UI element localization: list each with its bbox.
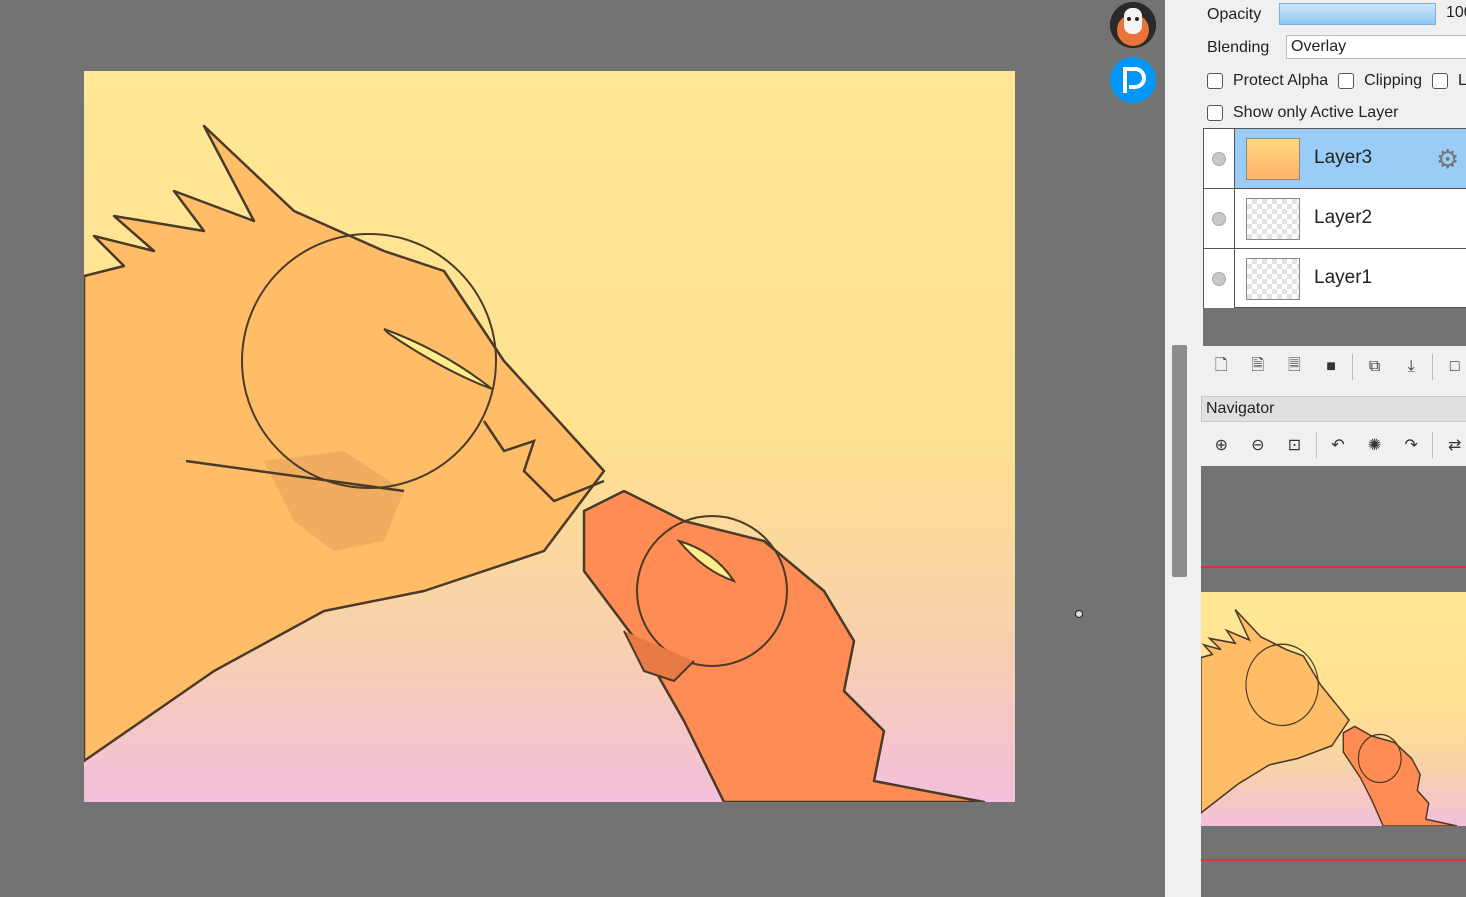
layer-row-layer2[interactable]: Layer2 <box>1204 189 1466 249</box>
opacity-row: Opacity <box>1207 3 1261 27</box>
zoom-in-icon[interactable]: ⊕ <box>1203 430 1240 460</box>
eye-dot-icon <box>1212 151 1226 166</box>
toolbar-separator <box>1352 354 1354 380</box>
opacity-slider[interactable] <box>1279 3 1436 25</box>
layer-thumbnail <box>1246 198 1300 240</box>
eye-dot-icon <box>1212 211 1226 226</box>
layer-toolbar: 🗋 🗎 🗏 ■ ⧉ ⤓ □ <box>1203 348 1466 386</box>
navigator-viewport-top <box>1201 566 1466 568</box>
new-8bit-layer-icon[interactable]: 🗎 <box>1240 352 1277 382</box>
navigator-toolbar: ⊕ ⊖ ⊡ ↶ ✺ ↷ ⇄ <box>1203 428 1466 462</box>
layer-name: Layer3 <box>1314 147 1373 168</box>
rotate-right-icon[interactable]: ↷ <box>1393 430 1430 460</box>
toolbar-separator <box>1315 432 1317 458</box>
layer-thumbnail <box>1246 138 1300 180</box>
show-only-active-label: Show only Active Layer <box>1233 104 1399 121</box>
show-only-active-checkbox[interactable] <box>1207 105 1223 121</box>
lock-checkbox[interactable] <box>1431 73 1448 89</box>
zoom-out-icon[interactable]: ⊖ <box>1240 430 1277 460</box>
navigator-header: Navigator <box>1201 396 1466 422</box>
gear-icon[interactable]: ⚙ <box>1436 146 1459 172</box>
clipping-checkbox[interactable] <box>1338 73 1355 89</box>
user-avatar-icon[interactable] <box>1110 2 1156 48</box>
eye-dot-icon <box>1212 271 1226 286</box>
visibility-toggle[interactable] <box>1204 249 1235 308</box>
opacity-label: Opacity <box>1207 6 1262 23</box>
delete-layer-icon[interactable]: □ <box>1436 352 1466 382</box>
new-folder-icon[interactable]: ■ <box>1313 352 1350 382</box>
visibility-toggle[interactable] <box>1204 129 1235 188</box>
layer-thumbnail <box>1246 258 1300 300</box>
layer-row-layer1[interactable]: Layer1 <box>1204 249 1466 309</box>
pixiv-logo-icon[interactable] <box>1110 57 1156 103</box>
merge-down-icon[interactable]: ⤓ <box>1393 352 1430 382</box>
duplicate-layer-icon[interactable]: ⧉ <box>1356 352 1393 382</box>
flip-icon[interactable]: ⇄ <box>1436 430 1466 460</box>
opacity-value: 100 <box>1446 4 1466 21</box>
navigator-view[interactable] <box>1201 466 1466 897</box>
layer-name: Layer1 <box>1314 267 1373 288</box>
canvas-workspace[interactable] <box>0 0 1165 897</box>
layer-list-empty-area <box>1203 308 1466 346</box>
brush-cursor <box>1075 610 1083 618</box>
toolbar-separator <box>1432 354 1434 380</box>
new-1bit-layer-icon[interactable]: 🗏 <box>1276 352 1313 382</box>
navigator-thumbnail <box>1201 592 1466 826</box>
rotate-left-icon[interactable]: ↶ <box>1320 430 1357 460</box>
show-only-active-row: Show only Active Layer <box>1207 101 1398 125</box>
drawing-canvas[interactable] <box>84 71 1015 802</box>
new-layer-icon[interactable]: 🗋 <box>1203 352 1240 382</box>
layer-list: Layer3 ⚙ Layer2 Layer1 <box>1203 128 1466 308</box>
clipping-label: Clipping <box>1364 72 1422 89</box>
layer-row-layer3[interactable]: Layer3 ⚙ <box>1204 129 1466 189</box>
protect-alpha-label: Protect Alpha <box>1233 72 1329 89</box>
blending-row: Blending <box>1207 36 1269 60</box>
layer-name: Layer2 <box>1314 207 1373 228</box>
blending-label: Blending <box>1207 39 1270 56</box>
navigator-viewport-bottom <box>1201 859 1466 861</box>
artwork-dragons <box>84 71 1015 802</box>
blending-select[interactable]: Overlay <box>1286 35 1466 59</box>
protect-alpha-checkbox[interactable] <box>1207 73 1223 89</box>
toolbar-separator <box>1432 432 1434 458</box>
rotate-reset-icon[interactable]: ✺ <box>1356 430 1393 460</box>
layer-options-row: Protect Alpha Clipping L <box>1207 69 1466 93</box>
zoom-fit-icon[interactable]: ⊡ <box>1276 430 1313 460</box>
visibility-toggle[interactable] <box>1204 189 1235 248</box>
lock-label: L <box>1457 72 1466 89</box>
panel-scrollbar[interactable] <box>1172 345 1187 577</box>
